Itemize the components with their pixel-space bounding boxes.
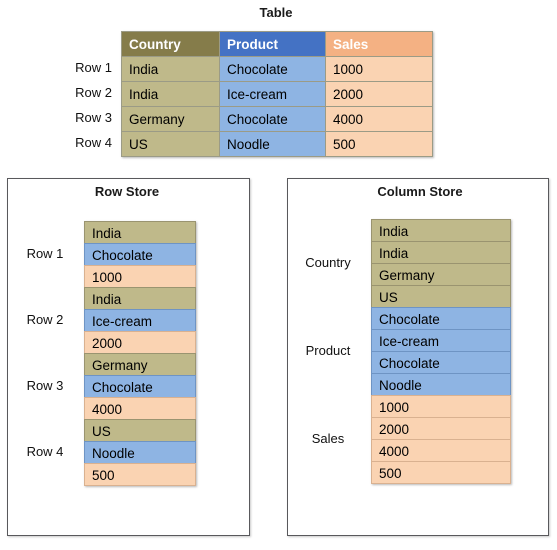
store-cell-sales: 2000 [84, 331, 196, 354]
store-cell-product: Chocolate [84, 243, 196, 266]
table-cell-country: Germany [121, 106, 220, 132]
store-cell-country: India [84, 221, 196, 244]
store-cell-product: Chocolate [371, 351, 511, 374]
table-row: Germany Chocolate 4000 [121, 106, 433, 132]
column-store-stack: India India Germany US Chocolate Ice-cream Cho… [371, 219, 511, 484]
store-cell-product: Noodle [84, 441, 196, 464]
table-cell-product: Chocolate [219, 106, 326, 132]
store-cell-product: Ice-cream [84, 309, 196, 332]
column-store-title: Column Store [377, 184, 463, 199]
store-cell-sales: 1000 [84, 265, 196, 288]
store-cell-country: India [371, 219, 511, 242]
store-cell-country: US [371, 285, 511, 308]
column-store-group-label-sales: Sales [311, 431, 345, 446]
row-store-group-label-4: Row 4 [26, 444, 64, 459]
row-store-stack: India Chocolate 1000 India Ice-cream 2000 Germ… [84, 221, 196, 486]
store-cell-sales: 2000 [371, 417, 511, 440]
table-cell-country: India [121, 56, 220, 82]
table-row-label-4: Row 4 [75, 135, 112, 150]
table-cell-sales: 500 [325, 131, 433, 157]
table-header-country: Country [121, 31, 220, 57]
table-header-product: Product [219, 31, 326, 57]
source-table: Country Product Sales India Chocolate 1000… [121, 31, 433, 157]
column-store-group-label-country: Country [305, 255, 351, 270]
table-header-row: Country Product Sales [121, 31, 433, 57]
table-row: India Ice-cream 2000 [121, 81, 433, 107]
column-store-group-label-product: Product [305, 343, 351, 358]
table-row-label-2: Row 2 [75, 85, 112, 100]
store-cell-sales: 500 [371, 461, 511, 484]
table-cell-country: India [121, 81, 220, 107]
store-cell-sales: 4000 [371, 439, 511, 462]
table-row-label-1: Row 1 [75, 60, 112, 75]
store-cell-sales: 500 [84, 463, 196, 486]
store-cell-country: Germany [84, 353, 196, 376]
table-cell-product: Chocolate [219, 56, 326, 82]
table-cell-country: US [121, 131, 220, 157]
store-cell-sales: 4000 [84, 397, 196, 420]
store-cell-country: India [84, 287, 196, 310]
store-cell-country: Germany [371, 263, 511, 286]
table-cell-product: Noodle [219, 131, 326, 157]
row-store-group-label-1: Row 1 [26, 246, 64, 261]
row-store-group-label-2: Row 2 [26, 312, 64, 327]
store-cell-country: US [84, 419, 196, 442]
table-cell-sales: 1000 [325, 56, 433, 82]
table-cell-product: Ice-cream [219, 81, 326, 107]
store-cell-product: Chocolate [371, 307, 511, 330]
table-cell-sales: 4000 [325, 106, 433, 132]
table-row: US Noodle 500 [121, 131, 433, 157]
store-cell-sales: 1000 [371, 395, 511, 418]
table-cell-sales: 2000 [325, 81, 433, 107]
store-cell-product: Chocolate [84, 375, 196, 398]
table-row: India Chocolate 1000 [121, 56, 433, 82]
store-cell-product: Ice-cream [371, 329, 511, 352]
table-title: Table [259, 5, 293, 20]
row-store-group-label-3: Row 3 [26, 378, 64, 393]
store-cell-country: India [371, 241, 511, 264]
table-row-label-3: Row 3 [75, 110, 112, 125]
row-store-title: Row Store [94, 184, 160, 199]
store-cell-product: Noodle [371, 373, 511, 396]
table-header-sales: Sales [325, 31, 433, 57]
